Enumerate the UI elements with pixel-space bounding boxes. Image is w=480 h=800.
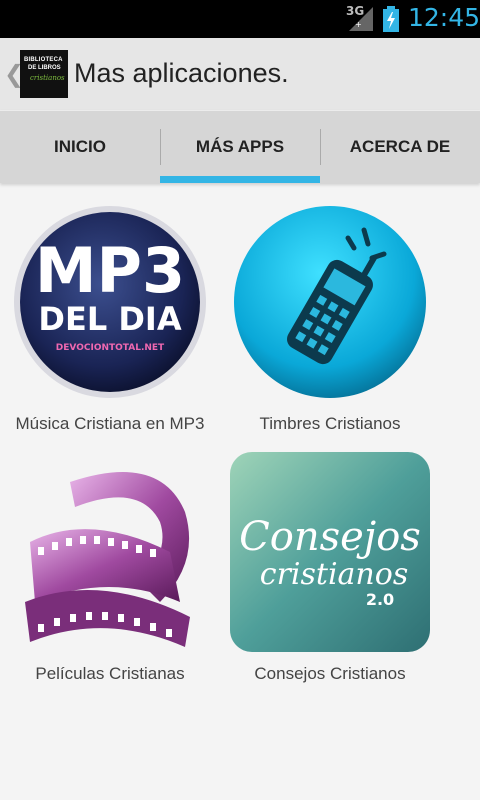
consejos-icon-text: 2.0 — [366, 590, 394, 609]
consejos-icon-text: Consejos — [239, 514, 421, 560]
app-logo-line: cristianos — [30, 74, 65, 82]
consejos-cristianos-icon: Consejos cristianos 2.0 — [230, 452, 430, 652]
tab-bar: INICIO MÁS APPS ACERCA DE — [0, 110, 480, 183]
tab-inicio[interactable]: INICIO — [0, 111, 160, 183]
mp3-del-dia-icon: MP3 DEL DIA DEVOCIONTOTAL.NET — [14, 206, 206, 398]
app-item-timbres[interactable]: Timbres Cristianos — [220, 202, 440, 442]
network-type: 3G — [346, 4, 365, 18]
clock: 12:45 — [408, 3, 480, 32]
consejos-icon-text: cristianos — [260, 557, 408, 592]
ringing-phone-icon — [234, 206, 426, 398]
app-item-musica[interactable]: MP3 DEL DIA DEVOCIONTOTAL.NET Música Cri… — [0, 202, 220, 442]
app-caption: Música Cristiana en MP3 — [15, 414, 205, 433]
app-logo-line: BIBLIOTECA — [24, 57, 63, 63]
status-bar: + 3G 12:45 — [0, 0, 480, 38]
app-logo[interactable]: BIBLIOTECA DE LIBROS cristianos — [20, 50, 68, 98]
page-title: Mas aplicaciones. — [74, 58, 289, 88]
film-reel-icon — [25, 472, 190, 647]
svg-text:+: + — [355, 20, 362, 29]
mp3-icon-text: DEVOCIONTOTAL.NET — [56, 343, 165, 353]
mp3-icon-text: MP3 — [35, 234, 185, 307]
app-item-peliculas[interactable]: Películas Cristianas — [0, 452, 220, 692]
app-logo-line: DE LIBROS — [28, 65, 61, 71]
battery-charging-icon — [383, 6, 399, 32]
tab-acerca-de[interactable]: ACERCA DE — [320, 111, 480, 183]
action-bar: ❮ BIBLIOTECA DE LIBROS cristianos Mas ap… — [0, 38, 480, 110]
app-caption: Timbres Cristianos — [259, 414, 401, 433]
mp3-icon-text: DEL DIA — [38, 300, 181, 338]
app-caption: Consejos Cristianos — [254, 664, 406, 683]
app-caption: Películas Cristianas — [35, 664, 185, 683]
tab-mas-apps[interactable]: MÁS APPS — [160, 111, 320, 183]
app-item-consejos[interactable]: Consejos cristianos 2.0 Consejos Cristia… — [220, 452, 440, 692]
